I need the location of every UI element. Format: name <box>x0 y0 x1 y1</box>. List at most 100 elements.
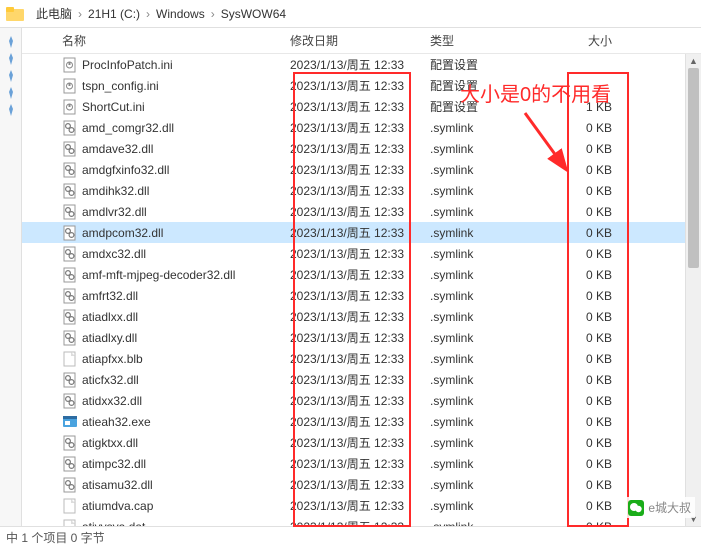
file-date: 2023/1/13/周五 12:33 <box>290 308 430 325</box>
file-name: ShortCut.ini <box>82 100 145 114</box>
file-type: 配置设置 <box>430 56 540 73</box>
file-name: atiadlxy.dll <box>82 331 137 345</box>
file-date: 2023/1/13/周五 12:33 <box>290 224 430 241</box>
file-type: .symlink <box>430 226 540 240</box>
file-size: 0 KB <box>540 205 630 219</box>
file-size: 0 KB <box>540 331 630 345</box>
status-text: 中 1 个项目 0 字节 <box>6 529 105 546</box>
file-name: amdgfxinfo32.dll <box>82 163 169 177</box>
file-name: atiumdva.cap <box>82 499 153 513</box>
column-header-name[interactable]: 名称 <box>60 32 290 49</box>
file-row[interactable]: atiadlxy.dll2023/1/13/周五 12:33.symlink0 … <box>22 327 701 348</box>
file-size: 0 KB <box>540 226 630 240</box>
file-size: 0 KB <box>540 394 630 408</box>
breadcrumb[interactable]: 此电脑 › 21H1 (C:) › Windows › SysWOW64 <box>0 0 701 28</box>
file-date: 2023/1/13/周五 12:33 <box>290 329 430 346</box>
file-type-icon <box>62 309 78 325</box>
file-type: .symlink <box>430 499 540 513</box>
file-row[interactable]: tspn_config.ini2023/1/13/周五 12:33配置设置 <box>22 75 701 96</box>
scroll-up-icon[interactable]: ▲ <box>686 54 701 68</box>
file-row[interactable]: atiapfxx.blb2023/1/13/周五 12:33.symlink0 … <box>22 348 701 369</box>
file-row[interactable]: amdgfxinfo32.dll2023/1/13/周五 12:33.symli… <box>22 159 701 180</box>
file-row[interactable]: amdihk32.dll2023/1/13/周五 12:33.symlink0 … <box>22 180 701 201</box>
file-row[interactable]: amfrt32.dll2023/1/13/周五 12:33.symlink0 K… <box>22 285 701 306</box>
file-type: .symlink <box>430 457 540 471</box>
file-row[interactable]: amd_comgr32.dll2023/1/13/周五 12:33.symlin… <box>22 117 701 138</box>
file-row[interactable]: atigktxx.dll2023/1/13/周五 12:33.symlink0 … <box>22 432 701 453</box>
file-row[interactable]: amdxc32.dll 2023/1/13/周五 12:33.symlink0 K… <box>22 243 701 264</box>
file-name: amd_comgr32.dll <box>82 121 174 135</box>
file-name: aticfx32.dll <box>82 373 139 387</box>
file-type-icon <box>62 288 78 304</box>
file-size: 0 KB <box>540 142 630 156</box>
status-bar: 中 1 个项目 0 字节 <box>0 526 701 548</box>
breadcrumb-item[interactable]: SysWOW64 <box>217 7 290 21</box>
file-row[interactable]: atiadlxx.dll2023/1/13/周五 12:33.symlink0 … <box>22 306 701 327</box>
file-type-icon <box>62 414 78 430</box>
file-row[interactable]: atisamu32.dll2023/1/13/周五 12:33.symlink0… <box>22 474 701 495</box>
file-date: 2023/1/13/周五 12:33 <box>290 455 430 472</box>
file-type: .symlink <box>430 184 540 198</box>
watermark: e城大叔 <box>624 497 695 518</box>
file-date: 2023/1/13/周五 12:33 <box>290 119 430 136</box>
file-name: atidxx32.dll <box>82 394 142 408</box>
file-name: atisamu32.dll <box>82 478 153 492</box>
file-type-icon <box>62 204 78 220</box>
file-type-icon <box>62 372 78 388</box>
file-row[interactable]: atimpc32.dll2023/1/13/周五 12:33.symlink0 … <box>22 453 701 474</box>
file-row[interactable]: amdave32.dll2023/1/13/周五 12:33.symlink0 … <box>22 138 701 159</box>
file-type-icon <box>62 435 78 451</box>
column-header-type[interactable]: 类型 <box>430 32 540 49</box>
file-size: 0 KB <box>540 247 630 261</box>
scrollbar-thumb[interactable] <box>688 68 699 268</box>
file-type: 配置设置 <box>430 98 540 115</box>
file-row[interactable]: ativvsva.dat2023/1/13/周五 12:33.symlink0 … <box>22 516 701 526</box>
file-type: .symlink <box>430 478 540 492</box>
column-header-size[interactable]: 大小 <box>540 32 630 49</box>
file-name: amdxc32.dll <box>82 247 146 261</box>
file-date: 2023/1/13/周五 12:33 <box>290 245 430 262</box>
file-type-icon <box>62 498 78 514</box>
file-row[interactable]: ProcInfoPatch.ini2023/1/13/周五 12:33配置设置 <box>22 54 701 75</box>
file-date: 2023/1/13/周五 12:33 <box>290 203 430 220</box>
file-type-icon <box>62 267 78 283</box>
file-row[interactable]: atiumdva.cap2023/1/13/周五 12:33.symlink0 … <box>22 495 701 516</box>
file-row[interactable]: atidxx32.dll2023/1/13/周五 12:33.symlink0 … <box>22 390 701 411</box>
watermark-text: e城大叔 <box>648 499 691 516</box>
file-size: 1 KB <box>540 100 630 114</box>
file-type-icon <box>62 477 78 493</box>
file-size: 0 KB <box>540 184 630 198</box>
file-date: 2023/1/13/周五 12:33 <box>290 182 430 199</box>
vertical-scrollbar[interactable]: ▲ ▼ <box>685 54 701 526</box>
breadcrumb-item[interactable]: 此电脑 <box>32 5 76 22</box>
pin-icon[interactable] <box>4 86 18 100</box>
file-type-icon <box>62 183 78 199</box>
pin-icon[interactable] <box>4 69 18 83</box>
file-type: .symlink <box>430 352 540 366</box>
pin-icon[interactable] <box>4 35 18 49</box>
file-row[interactable]: aticfx32.dll2023/1/13/周五 12:33.symlink0 … <box>22 369 701 390</box>
file-row[interactable]: atieah32.exe2023/1/13/周五 12:33.symlink0 … <box>22 411 701 432</box>
file-row[interactable]: amdpcom32.dll 2023/1/13/周五 12:33.symlink0… <box>22 222 701 243</box>
breadcrumb-item[interactable]: Windows <box>152 7 209 21</box>
column-headers: 名称 修改日期 类型 大小 <box>22 28 701 54</box>
file-type: .symlink <box>430 247 540 261</box>
pin-icon[interactable] <box>4 103 18 117</box>
file-type: .symlink <box>430 163 540 177</box>
file-size: 0 KB <box>540 478 630 492</box>
file-name: atiapfxx.blb <box>82 352 143 366</box>
file-date: 2023/1/13/周五 12:33 <box>290 497 430 514</box>
column-header-date[interactable]: 修改日期 <box>290 32 430 49</box>
file-size: 0 KB <box>540 415 630 429</box>
pin-icon[interactable] <box>4 52 18 66</box>
file-name: atigktxx.dll <box>82 436 138 450</box>
file-name: amdpcom32.dll <box>82 226 163 240</box>
file-type: .symlink <box>430 142 540 156</box>
file-row[interactable]: amf-mft-mjpeg-decoder32.dll2023/1/13/周五 … <box>22 264 701 285</box>
file-row[interactable]: ShortCut.ini 2023/1/13/周五 12:33配置设置1 KB <box>22 96 701 117</box>
chevron-right-icon: › <box>144 7 152 21</box>
file-type-icon <box>62 141 78 157</box>
breadcrumb-item[interactable]: 21H1 (C:) <box>84 7 144 21</box>
file-row[interactable]: amdlvr32.dll2023/1/13/周五 12:33.symlink0 … <box>22 201 701 222</box>
file-date: 2023/1/13/周五 12:33 <box>290 98 430 115</box>
